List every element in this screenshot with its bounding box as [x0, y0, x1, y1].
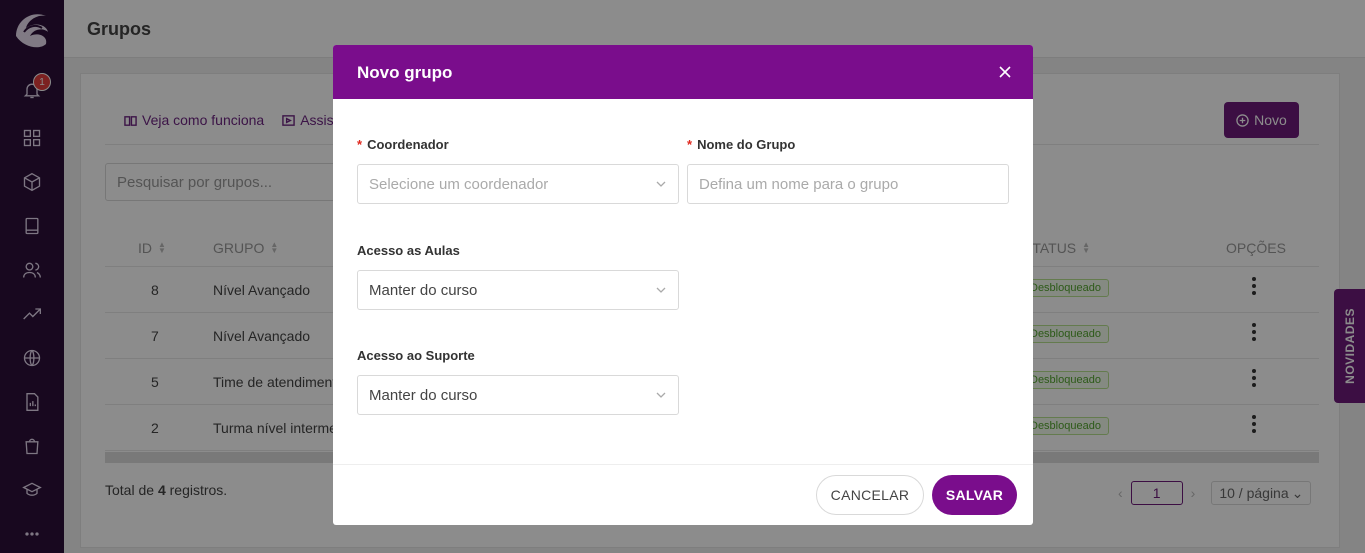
coordinator-label: * Coordenador	[357, 137, 449, 152]
chevron-down-icon	[656, 181, 666, 187]
save-button[interactable]: SALVAR	[932, 475, 1017, 515]
chevron-down-icon	[656, 392, 666, 398]
modal-footer-divider	[333, 464, 1033, 465]
group-name-input[interactable]: Defina um nome para o grupo	[687, 164, 1009, 204]
support-access-select[interactable]: Manter do curso	[357, 375, 679, 415]
class-access-select[interactable]: Manter do curso	[357, 270, 679, 310]
coordinator-select[interactable]: Selecione um coordenador	[357, 164, 679, 204]
support-access-label: Acesso ao Suporte	[357, 348, 475, 363]
chevron-down-icon	[656, 287, 666, 293]
close-icon[interactable]	[997, 64, 1013, 80]
modal-header: Novo grupo	[333, 45, 1033, 99]
new-group-modal: Novo grupo * Coordenador Selecione um coo…	[333, 45, 1033, 525]
required-asterisk: *	[687, 137, 693, 152]
modal-title: Novo grupo	[357, 63, 453, 82]
class-access-label: Acesso as Aulas	[357, 243, 460, 258]
group-name-label: * Nome do Grupo	[687, 137, 796, 152]
required-asterisk: *	[357, 137, 363, 152]
cancel-button[interactable]: CANCELAR	[816, 475, 924, 515]
